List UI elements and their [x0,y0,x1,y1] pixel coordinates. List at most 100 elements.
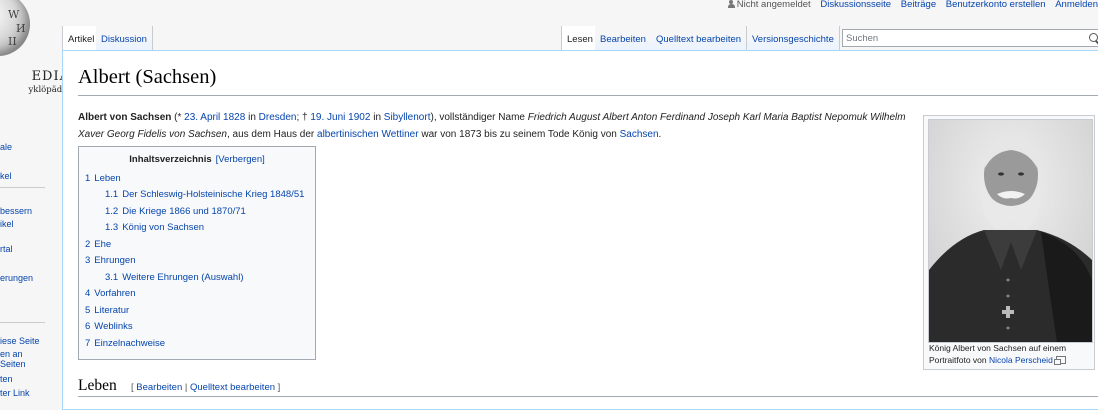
wikipedia-logo[interactable]: W И II EDIA yklöpädie [0,0,71,95]
logo-wordmark: EDIA [31,69,70,84]
tab-label: Bearbeiten [600,34,646,45]
toc-number: 6 [85,321,91,332]
tab-label: Diskussion [101,34,147,45]
enlarge-icon[interactable] [1053,356,1066,365]
globe-glyph: И [16,22,26,35]
search-box [842,29,1098,47]
tab-label: Lesen [567,34,593,45]
tab-label: Quelltext bearbeiten [656,34,742,45]
death-date-link[interactable]: 19. Juni 1902 [310,112,370,123]
toc-number: 1 [85,173,91,184]
logo-tagline: yklöpädie [28,85,71,95]
sidebar-item[interactable]: ikel [0,219,14,230]
toc-number: 7 [85,338,91,349]
toc-header: Inhaltsverzeichnis [Verbergen] [79,154,315,165]
table-of-contents: Inhaltsverzeichnis [Verbergen] 1 Leben 1.1… [78,146,316,360]
portrait-drawing [929,120,1092,342]
death-place-link[interactable]: Sibyllenort [384,112,431,123]
section-edit-links: [ Bearbeiten | Quelltext bearbeiten ] [131,382,280,393]
section-edit-link[interactable]: Bearbeiten [136,382,182,393]
sidebar-item[interactable]: ale [0,142,12,153]
toc-entry[interactable]: 4 Vorfahren [85,288,136,299]
toc-label: Vorfahren [94,288,136,299]
birth-place-link[interactable]: Dresden [259,112,297,123]
toc-number: 1.2 [105,206,119,217]
photographer-link[interactable]: Nicola Perscheid [989,355,1053,365]
toc-number: 4 [85,288,91,299]
birth-date-link[interactable]: 23. April 1828 [184,112,245,123]
toc-entry[interactable]: 1.1 Der Schleswig-Holsteinische Krieg 184… [105,189,304,200]
tab-artikel[interactable]: Artikel [62,26,101,50]
toc-number: 5 [85,305,91,316]
toc-label: Der Schleswig-Holsteinische Krieg 1848/5… [122,189,305,200]
edit-bracket: ] [275,382,281,393]
create-account-link[interactable]: Benutzerkonto erstellen [946,0,1046,10]
sidebar-item[interactable]: Seiten [0,359,26,370]
section-divider [78,396,1098,397]
user-icon [727,0,735,8]
country-link[interactable]: Sachsen [620,129,659,140]
toc-title: Inhaltsverzeichnis [129,154,212,165]
tab-versionsgeschichte[interactable]: Versionsgeschichte [747,26,840,50]
lead-text: in [245,112,259,123]
tab-bearbeiten[interactable]: Bearbeiten [595,26,652,50]
globe-glyph: W [8,8,20,21]
title-divider [78,95,1098,96]
portrait-image[interactable] [928,119,1093,343]
search-icon[interactable] [1089,33,1098,42]
toc-entry[interactable]: 3.1 Weitere Ehrungen (Auswahl) [105,272,244,283]
sidebar-item[interactable]: erungen [0,273,33,284]
toc-hide-toggle[interactable]: [Verbergen] [216,154,265,165]
toc-number: 1.3 [105,222,119,233]
toc-label: Weblinks [94,321,133,332]
contributions-link[interactable]: Beiträge [901,0,936,10]
toc-label: König von Sachsen [122,222,205,233]
lead-text: ), vollständiger Name [430,112,528,123]
sidebar-divider [0,187,45,188]
tab-quelltext-bearbeiten[interactable]: Quelltext bearbeiten [651,26,748,50]
sidebar-item[interactable]: bessern [0,206,32,217]
toc-label: Weitere Ehrungen (Auswahl) [122,272,244,283]
toc-entry[interactable]: 1 Leben [85,173,121,184]
tab-diskussion[interactable]: Diskussion [96,26,153,50]
toc-entry[interactable]: 1.3 König von Sachsen [105,222,204,233]
toc-entry[interactable]: 5 Literatur [85,305,129,316]
toc-entry[interactable]: 6 Weblinks [85,321,133,332]
thumbnail: König Albert von Sachsen auf einem Portr… [923,115,1095,370]
section-source-edit-link[interactable]: Quelltext bearbeiten [190,382,275,393]
toc-label: Literatur [94,305,130,316]
sidebar-item[interactable]: kel [0,171,12,182]
sidebar-divider [0,322,45,323]
toc-entry[interactable]: 1.2 Die Kriege 1866 und 1870/71 [105,206,246,217]
house-link[interactable]: albertinischen Wettiner [317,129,419,140]
toc-number: 2 [85,239,91,250]
login-link[interactable]: Anmelden [1055,0,1098,10]
toc-label: Die Kriege 1866 und 1870/71 [122,206,246,217]
tab-label: Versionsgeschichte [752,34,834,45]
personal-tools: Nicht angemeldet Diskussionsseite Beiträ… [721,0,1098,13]
content-area: Albert (Sachsen) Albert von Sachsen (* 2… [62,50,1098,410]
sidebar-item[interactable]: rtal [0,244,13,255]
toc-entry[interactable]: 2 Ehe [85,239,111,250]
toc-number: 1.1 [105,189,119,200]
edit-separator: | [182,382,190,393]
lead-text: . [658,129,662,140]
lead-paragraph: Albert von Sachsen (* 23. April 1828 in … [78,109,908,143]
sidebar-item[interactable]: iese Seite [0,336,40,347]
toc-entry[interactable]: 3 Ehrungen [85,255,136,266]
page-title: Albert (Sachsen) [78,66,217,88]
talk-link[interactable]: Diskussionsseite [820,0,891,10]
toc-label: Leben [94,173,121,184]
lead-text: in [370,112,384,123]
not-logged-in: Nicht angemeldet [727,0,811,10]
section-heading-leben: Leben [78,377,117,394]
sidebar-item[interactable]: ten [0,374,13,385]
article-subject: Albert von Sachsen [78,112,172,123]
search-input[interactable] [846,31,1081,45]
sidebar-item[interactable]: ter Link [0,388,30,399]
lead-text: ; † [296,112,311,123]
toc-number: 3.1 [105,272,119,283]
tab-lesen[interactable]: Lesen [561,26,599,50]
toc-entry[interactable]: 7 Einzelnachweise [85,338,165,349]
lead-text: , aus dem Haus der [226,129,318,140]
